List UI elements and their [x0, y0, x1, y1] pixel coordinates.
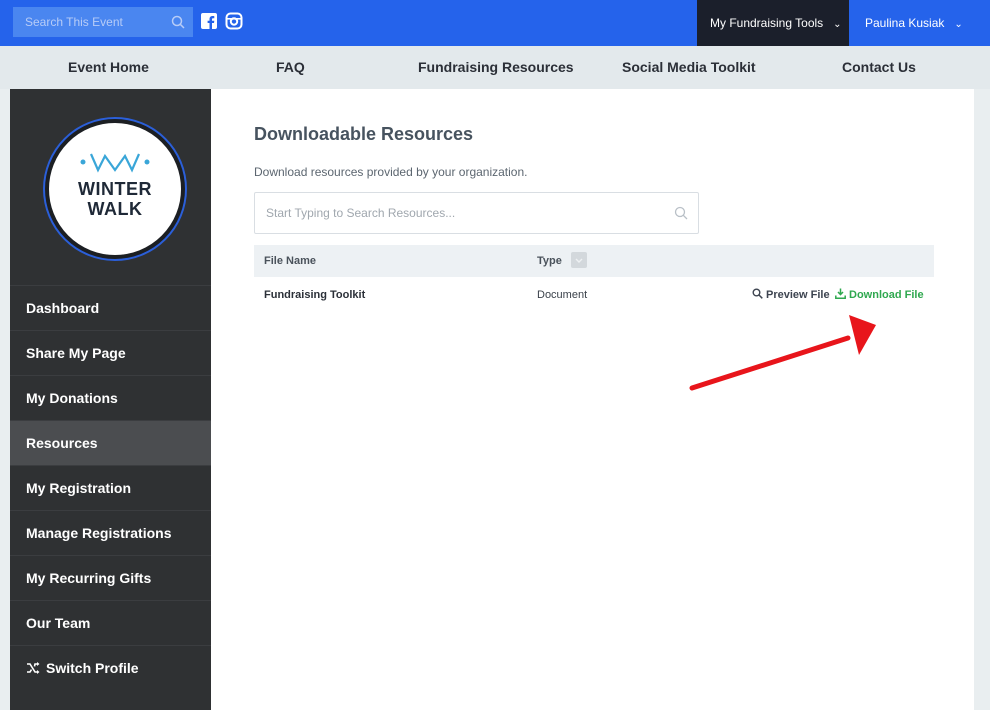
sidebar-item-my-recurring-gifts[interactable]: My Recurring Gifts: [10, 555, 211, 600]
fundraising-tools-label: My Fundraising Tools: [710, 16, 824, 30]
logo-mark-icon: [80, 153, 150, 173]
logo-text-winter: WINTER: [78, 179, 152, 199]
nav-social-media-toolkit[interactable]: Social Media Toolkit: [622, 46, 756, 89]
resource-search-input[interactable]: Start Typing to Search Resources...: [254, 192, 699, 234]
file-type-cell: Document: [537, 289, 588, 301]
magnifier-icon: [752, 288, 763, 299]
chevron-down-icon: ⌄: [833, 19, 842, 30]
table-header: File Name Type: [254, 245, 934, 277]
chevron-down-icon: ⌄: [954, 19, 963, 30]
sidebar-item-dashboard[interactable]: Dashboard: [10, 285, 211, 330]
table-row: Fundraising Toolkit Document Preview Fil…: [254, 284, 934, 306]
preview-file-link[interactable]: Preview File: [752, 284, 830, 306]
search-icon[interactable]: [171, 15, 185, 29]
sidebar-item-share-my-page[interactable]: Share My Page: [10, 330, 211, 375]
sidebar-item-our-team[interactable]: Our Team: [10, 600, 211, 645]
nav-faq[interactable]: FAQ: [276, 46, 305, 89]
sidebar-menu: Dashboard Share My Page My Donations Res…: [10, 285, 211, 690]
sort-toggle-button[interactable]: [571, 252, 587, 268]
event-search-placeholder: Search This Event: [25, 15, 123, 29]
instagram-icon[interactable]: [225, 12, 243, 30]
top-bar: Search This Event My Fundraising Tools ⌄ …: [0, 0, 990, 46]
nav-fundraising-resources[interactable]: Fundraising Resources: [418, 46, 574, 89]
main-panel: Downloadable Resources Download resource…: [211, 89, 974, 710]
file-name-cell: Fundraising Toolkit: [264, 289, 366, 301]
download-file-link[interactable]: Download File: [835, 284, 924, 306]
column-header-type[interactable]: Type: [537, 245, 562, 277]
download-icon: [835, 288, 846, 299]
user-name: Paulina Kusiak: [865, 16, 945, 30]
facebook-icon[interactable]: [200, 12, 218, 30]
sidebar-item-manage-registrations[interactable]: Manage Registrations: [10, 510, 211, 555]
download-file-label: Download File: [849, 289, 924, 301]
shuffle-icon: [27, 662, 40, 674]
page-description: Download resources provided by your orga…: [254, 165, 528, 179]
nav-event-home[interactable]: Event Home: [68, 46, 149, 89]
sidebar-item-my-registration[interactable]: My Registration: [10, 465, 211, 510]
sidebar-item-resources[interactable]: Resources: [10, 420, 211, 465]
preview-file-label: Preview File: [766, 289, 830, 301]
sort-icon: [575, 258, 583, 263]
fundraising-tools-menu[interactable]: My Fundraising Tools ⌄: [697, 0, 849, 46]
event-nav: Event Home FAQ Fundraising Resources Soc…: [0, 46, 990, 89]
page-title: Downloadable Resources: [254, 124, 474, 144]
sidebar: WINTER WALK Dashboard Share My Page My D…: [10, 89, 211, 710]
resource-search-placeholder: Start Typing to Search Resources...: [266, 206, 456, 220]
event-search-input[interactable]: Search This Event: [13, 7, 193, 37]
user-menu[interactable]: Paulina Kusiak ⌄: [851, 0, 990, 46]
sidebar-item-switch-profile[interactable]: Switch Profile: [10, 645, 211, 690]
nav-contact-us[interactable]: Contact Us: [842, 46, 916, 89]
switch-profile-label: Switch Profile: [46, 660, 139, 676]
sidebar-item-my-donations[interactable]: My Donations: [10, 375, 211, 420]
winter-walk-logo: WINTER WALK: [45, 119, 185, 259]
search-icon: [674, 206, 688, 220]
logo-text-walk: WALK: [87, 199, 143, 219]
column-header-file-name[interactable]: File Name: [264, 245, 316, 277]
